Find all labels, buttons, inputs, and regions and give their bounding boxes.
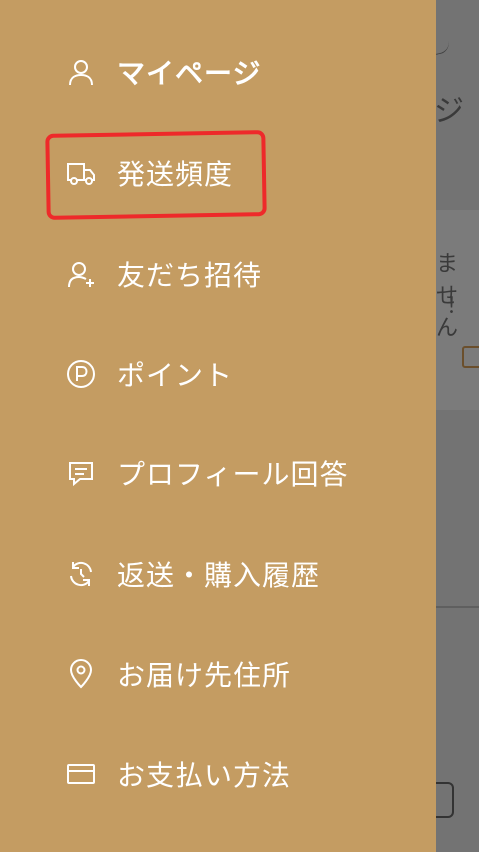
- menu-item-label: マイページ: [117, 57, 262, 90]
- menu-item-label: お届け先住所: [117, 659, 292, 692]
- menu-item-invite-friends[interactable]: 友だち招待: [0, 234, 436, 314]
- menu-item-history[interactable]: 返送・購入履歴: [0, 534, 436, 614]
- highlight-annotation-box: [45, 130, 267, 220]
- location-pin-icon: [64, 657, 98, 691]
- divider: [436, 606, 479, 608]
- side-drawer-menu: マイページ 発送頻度 友だち招待 ポイント プロフィール回答 返送・購入履歴 お…: [0, 0, 436, 852]
- header-partial-title: ジ: [434, 94, 464, 129]
- menu-item-payment-method[interactable]: お支払い方法: [0, 734, 436, 814]
- menu-item-label: ポイント: [117, 359, 234, 392]
- person-icon: [64, 55, 98, 89]
- menu-item-label: 友だち招待: [117, 259, 263, 292]
- refresh-icon: [64, 557, 98, 591]
- point-icon: [64, 357, 98, 391]
- card-icon: [64, 757, 98, 791]
- menu-item-label: 返送・購入履歴: [117, 559, 321, 592]
- menu-item-label: お支払い方法: [117, 759, 292, 792]
- menu-item-points[interactable]: ポイント: [0, 334, 436, 414]
- card-partial-text: ！: [446, 294, 469, 319]
- menu-item-mypage[interactable]: マイページ: [0, 32, 436, 112]
- message-icon: [64, 456, 98, 490]
- menu-item-delivery-address[interactable]: お届け先住所: [0, 634, 436, 714]
- envelope-icon: [462, 346, 479, 368]
- menu-item-profile-answers[interactable]: プロフィール回答: [0, 433, 436, 513]
- add-person-icon: [64, 257, 98, 291]
- bag-icon: [436, 782, 454, 818]
- menu-item-label: プロフィール回答: [117, 458, 349, 491]
